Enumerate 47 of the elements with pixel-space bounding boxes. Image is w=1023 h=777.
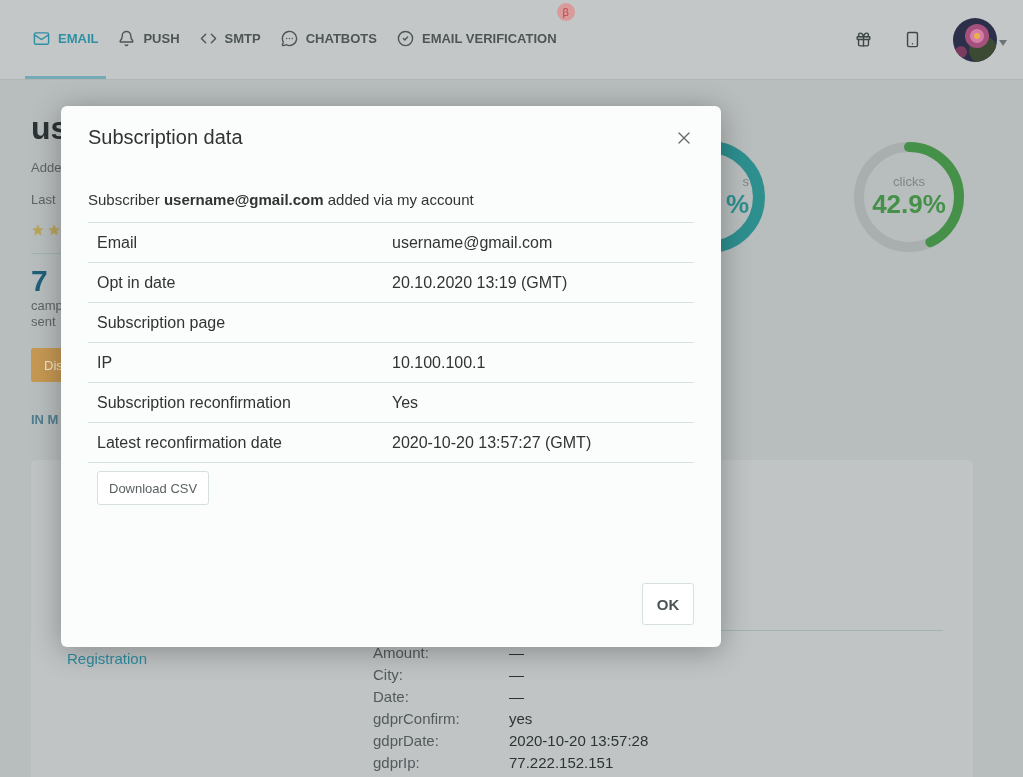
row-label: Subscription page [97, 313, 227, 332]
ring-label: clicks [893, 174, 925, 189]
row-value: 10.100.100.1 [392, 353, 487, 372]
mail-icon [33, 29, 50, 47]
nav-tab[interactable]: PUSH [110, 0, 188, 79]
bell-icon [118, 29, 136, 47]
field-key: gdprIp: [373, 752, 509, 774]
phone-icon[interactable] [904, 31, 921, 48]
beta-badge: β [556, 3, 575, 21]
nav-tab[interactable]: CHATBOTS [272, 0, 385, 79]
dialog-title: Subscription data [88, 126, 243, 149]
campaign-count: 7 [31, 264, 49, 298]
field-value: yes [509, 709, 534, 729]
download-csv-button[interactable]: Download CSV [97, 471, 210, 505]
nav-tab[interactable]: SMTP [191, 0, 269, 79]
field-value: — [509, 687, 525, 707]
gift-icon[interactable] [855, 31, 872, 48]
check-circle-icon [396, 29, 414, 47]
field-value: 77.222.152.151 [509, 753, 615, 773]
field-key: gdprConfirm: [373, 708, 509, 730]
row-value: 2020-10-20 13:57:27 (GMT) [392, 433, 593, 452]
added-text: Adde [31, 160, 61, 175]
field-key: City: [373, 664, 509, 686]
row-value: 20.10.2020 13:19 (GMT) [392, 273, 569, 292]
row-label: Email [97, 233, 138, 252]
row-label: Subscription reconfirmation [97, 393, 292, 412]
last-text: Last [31, 192, 57, 207]
dialog-intro: Subscriber username@gmail.com added via my account [88, 191, 475, 210]
rating-stars-drawing [31, 223, 61, 237]
row-value: username@gmail.com [392, 233, 554, 252]
row-label: IP [97, 353, 114, 372]
ok-button[interactable]: OK [642, 583, 694, 625]
ring-value: % [725, 189, 749, 220]
field-value: 2020-10-20 13:57:28 [509, 731, 650, 751]
row-label: Latest reconfirmation date [97, 433, 283, 452]
field-value: — [509, 643, 525, 663]
field-key: Date: [373, 686, 509, 708]
field-key: gdprDate: [373, 730, 509, 752]
section-heading: IN M [31, 412, 60, 427]
count-label: sent [31, 314, 57, 330]
field-value: — [509, 665, 525, 685]
ring-value: 42.9% [872, 189, 946, 220]
caret-icon[interactable] [999, 39, 1007, 46]
row-label: Opt in date [97, 273, 177, 292]
chat-bubble-icon [280, 29, 298, 47]
field-key: Amount: [373, 642, 509, 664]
row-value: Yes [392, 393, 420, 412]
